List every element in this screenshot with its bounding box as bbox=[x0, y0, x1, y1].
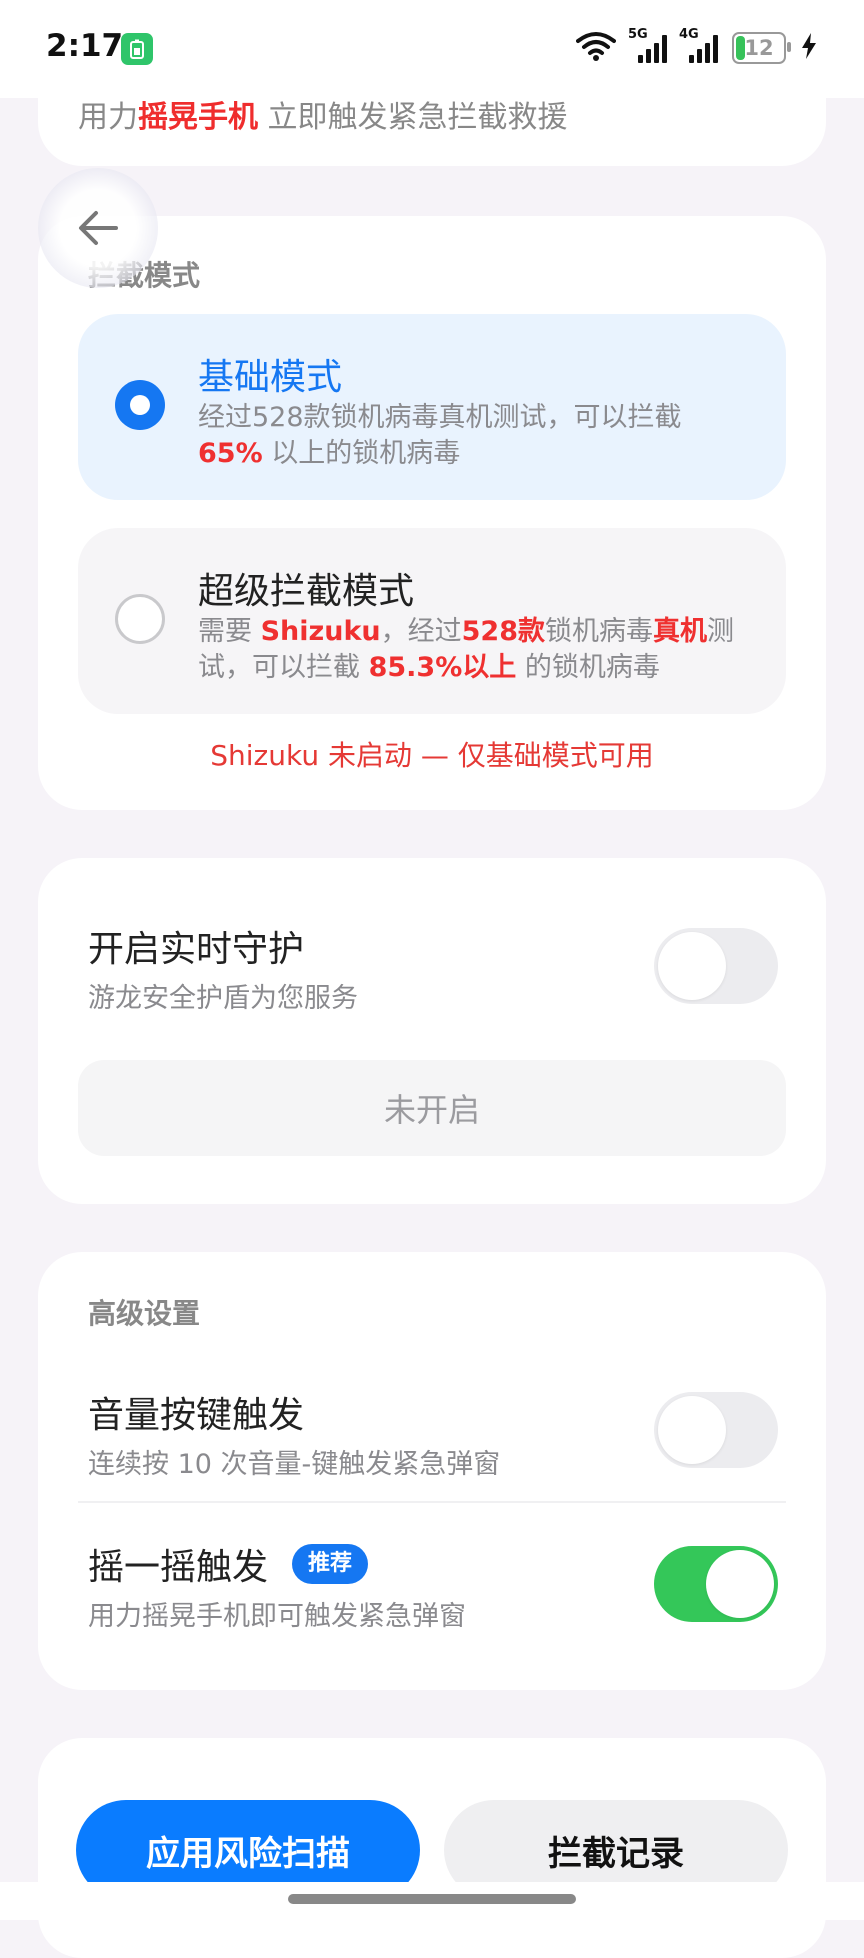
recommended-badge: 推荐 bbox=[292, 1544, 369, 1584]
signal-5g-icon: 5G bbox=[628, 27, 667, 63]
signal-4g-label: 4G bbox=[679, 27, 699, 42]
shake-info-highlight: 摇晃手机 bbox=[138, 100, 258, 135]
super-desc-9: 的锁机病毒 bbox=[516, 652, 660, 683]
super-mode-desc: 需要 Shizuku，经过528款锁机病毒真机测试，可以拦截 85.3%以上 的… bbox=[198, 614, 746, 686]
advanced-settings-title: 高级设置 bbox=[88, 1297, 201, 1330]
guard-toggle[interactable] bbox=[654, 928, 778, 1004]
advanced-settings-card: 高级设置 音量按键触发 连续按 10 次音量-键触发紧急弹窗 摇一摇触发 推荐 … bbox=[38, 1252, 826, 1690]
super-mode-radio[interactable] bbox=[115, 594, 165, 644]
intercept-mode-card: 拦截模式 基础模式 经过528款锁机病毒真机测试，可以拦截 65% 以上的锁机病… bbox=[38, 216, 826, 810]
shake-trigger-toggle[interactable] bbox=[654, 1546, 778, 1622]
status-icons: 5G 4G 12 bbox=[576, 27, 818, 68]
super-mode-title: 超级拦截模式 bbox=[198, 571, 415, 612]
basic-mode-option[interactable]: 基础模式 经过528款锁机病毒真机测试，可以拦截 65% 以上的锁机病毒 bbox=[78, 314, 786, 500]
shake-info-text: 用力摇晃手机 立即触发紧急拦截救援 bbox=[78, 92, 568, 136]
basic-mode-desc: 经过528款锁机病毒真机测试，可以拦截 65% 以上的锁机病毒 bbox=[198, 400, 746, 472]
basic-desc-2: 以上的锁机病毒 bbox=[262, 438, 461, 469]
guard-title: 开启实时守护 bbox=[88, 929, 305, 970]
super-mode-option[interactable]: 超级拦截模式 需要 Shizuku，经过528款锁机病毒真机测试，可以拦截 85… bbox=[78, 528, 786, 714]
bottom-actions-card: 应用风险扫描 拦截记录 bbox=[38, 1738, 826, 1958]
guard-subtitle: 游龙安全护盾为您服务 bbox=[88, 983, 358, 1014]
shake-info-suffix: 立即触发紧急拦截救援 bbox=[258, 100, 568, 135]
signal-5g-label: 5G bbox=[628, 27, 648, 42]
battery-icon: 12 bbox=[732, 32, 791, 64]
back-button[interactable] bbox=[38, 168, 158, 288]
super-desc-3: ，经过 bbox=[380, 616, 462, 647]
arrow-left-icon bbox=[79, 211, 118, 245]
bolt-icon bbox=[800, 32, 818, 64]
battery-saver-icon bbox=[121, 33, 153, 65]
status-bar: 2:17 5G 4G 12 bbox=[0, 0, 864, 98]
shake-trigger-subtitle: 用力摇晃手机即可触发紧急弹窗 bbox=[88, 1601, 466, 1632]
wifi-icon bbox=[576, 31, 616, 65]
super-desc-4: 528款 bbox=[461, 616, 546, 647]
shake-info-prefix: 用力 bbox=[78, 100, 138, 135]
super-desc-8: 85.3%以上 bbox=[368, 652, 517, 683]
navigation-bar bbox=[0, 1882, 864, 1920]
divider bbox=[78, 1501, 786, 1503]
battery-level: 12 bbox=[744, 36, 774, 60]
super-desc-6: 真机 bbox=[653, 616, 708, 647]
basic-desc-highlight: 65% bbox=[198, 438, 263, 469]
volume-trigger-title: 音量按键触发 bbox=[88, 1395, 305, 1436]
guard-status-button[interactable]: 未开启 bbox=[78, 1060, 786, 1156]
shizuku-notice: Shizuku 未启动 — 仅基础模式可用 bbox=[210, 739, 654, 772]
super-desc-5: 锁机病毒 bbox=[545, 616, 654, 647]
basic-desc-1: 经过528款锁机病毒真机测试，可以拦截 bbox=[198, 402, 682, 433]
super-desc-2: Shizuku bbox=[260, 616, 381, 647]
volume-trigger-subtitle: 连续按 10 次音量-键触发紧急弹窗 bbox=[88, 1449, 501, 1480]
basic-mode-radio[interactable] bbox=[115, 380, 165, 430]
basic-mode-title: 基础模式 bbox=[198, 357, 343, 398]
super-desc-1: 需要 bbox=[198, 616, 261, 647]
home-indicator[interactable] bbox=[288, 1894, 576, 1904]
shake-trigger-title: 摇一摇触发 bbox=[88, 1547, 269, 1588]
volume-trigger-toggle[interactable] bbox=[654, 1392, 778, 1468]
realtime-guard-card: 开启实时守护 游龙安全护盾为您服务 未开启 bbox=[38, 858, 826, 1204]
status-time: 2:17 bbox=[46, 28, 124, 64]
signal-4g-icon: 4G bbox=[679, 27, 718, 63]
